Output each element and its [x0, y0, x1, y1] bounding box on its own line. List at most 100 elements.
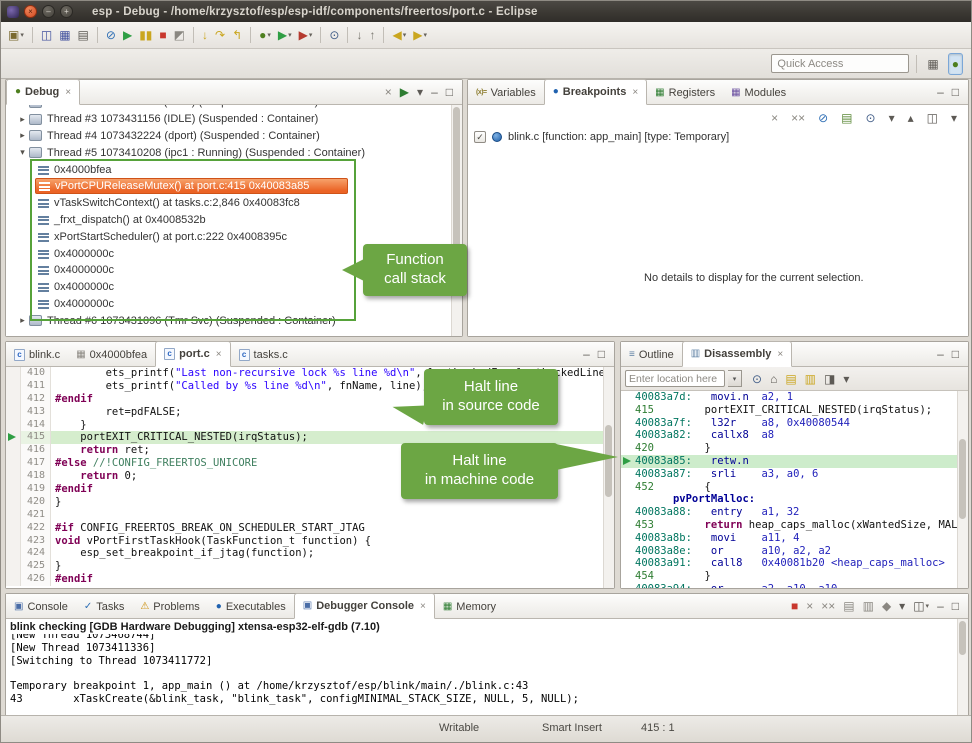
marker-gutter[interactable] — [6, 509, 21, 522]
marker-gutter[interactable] — [6, 444, 21, 457]
stack-frame[interactable]: 0x4000000c — [35, 246, 114, 262]
stack-frame[interactable]: 0x4000bfea — [35, 162, 112, 178]
tab-close-icon[interactable]: × — [216, 349, 222, 360]
breakpoint-checkbox[interactable]: ✓ — [474, 131, 486, 143]
clear-console-button[interactable]: ▤ — [840, 596, 857, 616]
disassembly-vertical-scrollbar[interactable] — [957, 391, 968, 588]
remove-all-terminated-button[interactable]: × — [382, 82, 395, 102]
stack-frame[interactable]: _frxt_dispatch() at 0x4008532b — [35, 212, 206, 228]
step-into-button[interactable]: ↓ — [199, 25, 211, 45]
marker-gutter[interactable] — [6, 470, 21, 483]
search-button[interactable]: ⊙ — [326, 25, 342, 45]
tab-console[interactable]: ▣Console — [6, 595, 76, 618]
disassembly-text[interactable]: 40083a7d: movi.n a2, 1 — [635, 391, 968, 404]
tab-close-icon[interactable]: × — [420, 601, 426, 612]
console-output[interactable]: [New Thread 1073468744][New Thread 10734… — [6, 634, 968, 706]
debug-stack-frame-row[interactable]: 0x4000bfea — [6, 161, 462, 178]
remove-all-launches-button[interactable]: ×× — [818, 596, 838, 616]
skip-all-breakpoints-button[interactable]: ⊘ — [103, 25, 119, 45]
scroll-lock-button[interactable]: ▥ — [860, 596, 877, 616]
tab-tasks-c[interactable]: ctasks.c — [231, 343, 296, 366]
disconnect-button[interactable]: ◩ — [171, 25, 188, 45]
debug-thread-row[interactable]: ▸Thread #4 1073432224 (dport) (Suspended… — [6, 128, 462, 145]
external-tools-button[interactable]: ▶▾ — [296, 25, 316, 45]
pin-console-button[interactable]: ◆ — [879, 596, 894, 616]
disassembly-text[interactable]: 452 { — [635, 481, 968, 494]
debug-stack-frame-row[interactable]: _frxt_dispatch() at 0x4008532b — [6, 212, 462, 229]
marker-gutter[interactable] — [6, 560, 21, 573]
stack-frame[interactable]: vTaskSwitchContext() at tasks.c:2,846 0x… — [35, 195, 300, 211]
debug-thread-row[interactable]: ▾Thread #5 1073410208 (ipc1 : Running) (… — [6, 144, 462, 161]
debug-thread-row[interactable]: ▸Thread #6 1073431096 (Tmr Svc) (Suspend… — [6, 312, 462, 329]
disassembly-text[interactable]: 40083a88: entry a1, 32 — [635, 506, 968, 519]
debug-perspective-button[interactable]: ● — [948, 53, 963, 75]
view-menu-button[interactable]: ▾ — [840, 369, 852, 389]
disassembly-text[interactable]: pvPortMalloc: — [635, 493, 968, 506]
disassembly-text[interactable]: 40083a87: srli a3, a0, 6 — [635, 468, 968, 481]
stack-frame[interactable]: 0x4000000c — [35, 279, 114, 295]
previous-annotation-button[interactable]: ↑ — [366, 25, 378, 45]
tab-variables[interactable]: (x)=Variables — [468, 81, 544, 104]
debug-thread-row[interactable]: ▸Thread #3 1073431156 (IDLE) (Suspended … — [6, 111, 462, 128]
next-annotation-button[interactable]: ↓ — [353, 25, 365, 45]
minimize-button[interactable]: – — [428, 82, 441, 102]
save-all-button[interactable]: ▦ — [56, 25, 73, 45]
disassembly-text[interactable]: 40083a8b: movi a11, 4 — [635, 532, 968, 545]
step-return-button[interactable]: ↰ — [229, 25, 245, 45]
tab-port-c[interactable]: cport.c× — [155, 341, 230, 367]
view-menu-button[interactable]: ▾ — [948, 108, 960, 128]
tab-debugger-console[interactable]: ▣Debugger Console× — [294, 593, 435, 619]
new-button[interactable]: ▣▾ — [5, 25, 27, 45]
maximize-button[interactable]: □ — [595, 344, 608, 364]
code-text[interactable]: void vPortFirstTaskHook(TaskFunction_t f… — [51, 535, 614, 548]
view-menu-button[interactable]: ▾ — [414, 82, 426, 102]
breakpoint-entry[interactable]: ✓ blink.c [function: app_main] [type: Te… — [468, 130, 968, 144]
tab-problems[interactable]: ⚠Problems — [132, 595, 207, 618]
show-source-button[interactable]: ▤ — [782, 369, 799, 389]
stack-frame-selected[interactable]: vPortCPUReleaseMutex() at port.c:415 0x4… — [35, 178, 348, 194]
tab-breakpoints[interactable]: ●Breakpoints× — [544, 79, 647, 105]
expander-icon[interactable]: ▸ — [16, 105, 29, 108]
debug-vertical-scrollbar[interactable] — [451, 105, 462, 336]
suspend-button[interactable]: ▮▮ — [136, 25, 155, 45]
disassembly-text[interactable]: 453 return heap_caps_malloc(xWantedSize,… — [635, 519, 968, 532]
debug-stack-frame-row[interactable]: vPortCPUReleaseMutex() at port.c:415 0x4… — [6, 178, 462, 195]
minimize-button[interactable]: – — [580, 344, 593, 364]
resume-button[interactable]: ▶ — [120, 25, 135, 45]
home-button[interactable]: ⌂ — [767, 369, 780, 389]
code-text[interactable] — [51, 509, 614, 522]
tab-0x4000bfea[interactable]: ▦0x4000bfea — [68, 343, 155, 366]
remove-launch-button[interactable]: × — [803, 596, 816, 616]
remove-selected-breakpoints-button[interactable]: × — [768, 108, 781, 128]
location-input[interactable] — [625, 370, 725, 387]
minimize-button[interactable]: – — [934, 596, 947, 616]
save-button[interactable]: ◫ — [38, 25, 55, 45]
console-vertical-scrollbar[interactable] — [957, 619, 968, 716]
tab-close-icon[interactable]: × — [65, 87, 71, 98]
go-to-file-for-breakpoint-button[interactable]: ▤ — [838, 108, 855, 128]
disassembly-text[interactable]: 40083a8e: or a10, a2, a2 — [635, 545, 968, 558]
window-maximize-button[interactable]: + — [60, 5, 73, 18]
disassembly-text[interactable]: 40083a94: or a2, a10, a10 — [635, 583, 968, 588]
expander-icon[interactable]: ▸ — [16, 114, 29, 125]
terminate-button[interactable]: ■ — [156, 25, 169, 45]
expander-icon[interactable]: ▾ — [16, 147, 29, 158]
stack-frame[interactable]: 0x4000000c — [35, 262, 114, 278]
quick-access-input[interactable] — [771, 54, 909, 73]
disassembly-text[interactable]: 415 portEXIT_CRITICAL_NESTED(irqStatus); — [635, 404, 968, 417]
expander-icon[interactable]: ▸ — [16, 130, 29, 141]
expand-all-button[interactable]: ▾ — [886, 108, 898, 128]
display-selected-console-button[interactable]: ▾ — [896, 596, 908, 616]
restart-button[interactable]: ▶ — [397, 82, 412, 102]
minimize-button[interactable]: – — [934, 344, 947, 364]
tab-memory[interactable]: ▦Memory — [435, 595, 504, 618]
marker-gutter[interactable] — [6, 419, 21, 432]
marker-gutter[interactable] — [6, 393, 21, 406]
minimize-button[interactable]: – — [934, 82, 947, 102]
expander-icon[interactable]: ▸ — [16, 315, 29, 326]
run-button[interactable]: ▶▾ — [275, 25, 295, 45]
tab-outline[interactable]: ≡Outline — [621, 343, 682, 366]
marker-gutter[interactable] — [6, 431, 21, 444]
scrollbar-thumb[interactable] — [453, 107, 460, 257]
new-disassembly-view-button[interactable]: ◨ — [821, 369, 838, 389]
